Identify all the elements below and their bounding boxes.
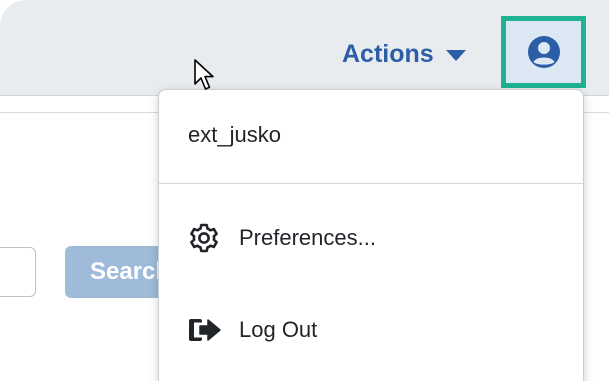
menu-item-logout[interactable]: Log Out [159,302,583,358]
app-window: Actions Search ext_jusko Preferences... … [0,0,609,381]
logout-label: Log Out [239,317,318,342]
user-circle-icon [527,36,560,68]
menu-item-preferences[interactable]: Preferences... [159,210,583,266]
user-dropdown-menu: ext_jusko Preferences... Log Out [158,89,584,381]
user-menu-button[interactable] [501,16,586,88]
top-navbar: Actions [0,0,609,96]
username-label: ext_jusko [188,122,281,147]
logout-icon [189,319,221,341]
menu-divider [159,183,583,184]
actions-label: Actions [342,39,434,68]
search-input[interactable] [0,247,36,297]
mouse-cursor-icon [194,59,214,90]
preferences-label: Preferences... [239,225,376,250]
gear-icon [190,223,218,253]
caret-down-icon [445,50,466,61]
actions-menu-button[interactable]: Actions [342,36,466,72]
